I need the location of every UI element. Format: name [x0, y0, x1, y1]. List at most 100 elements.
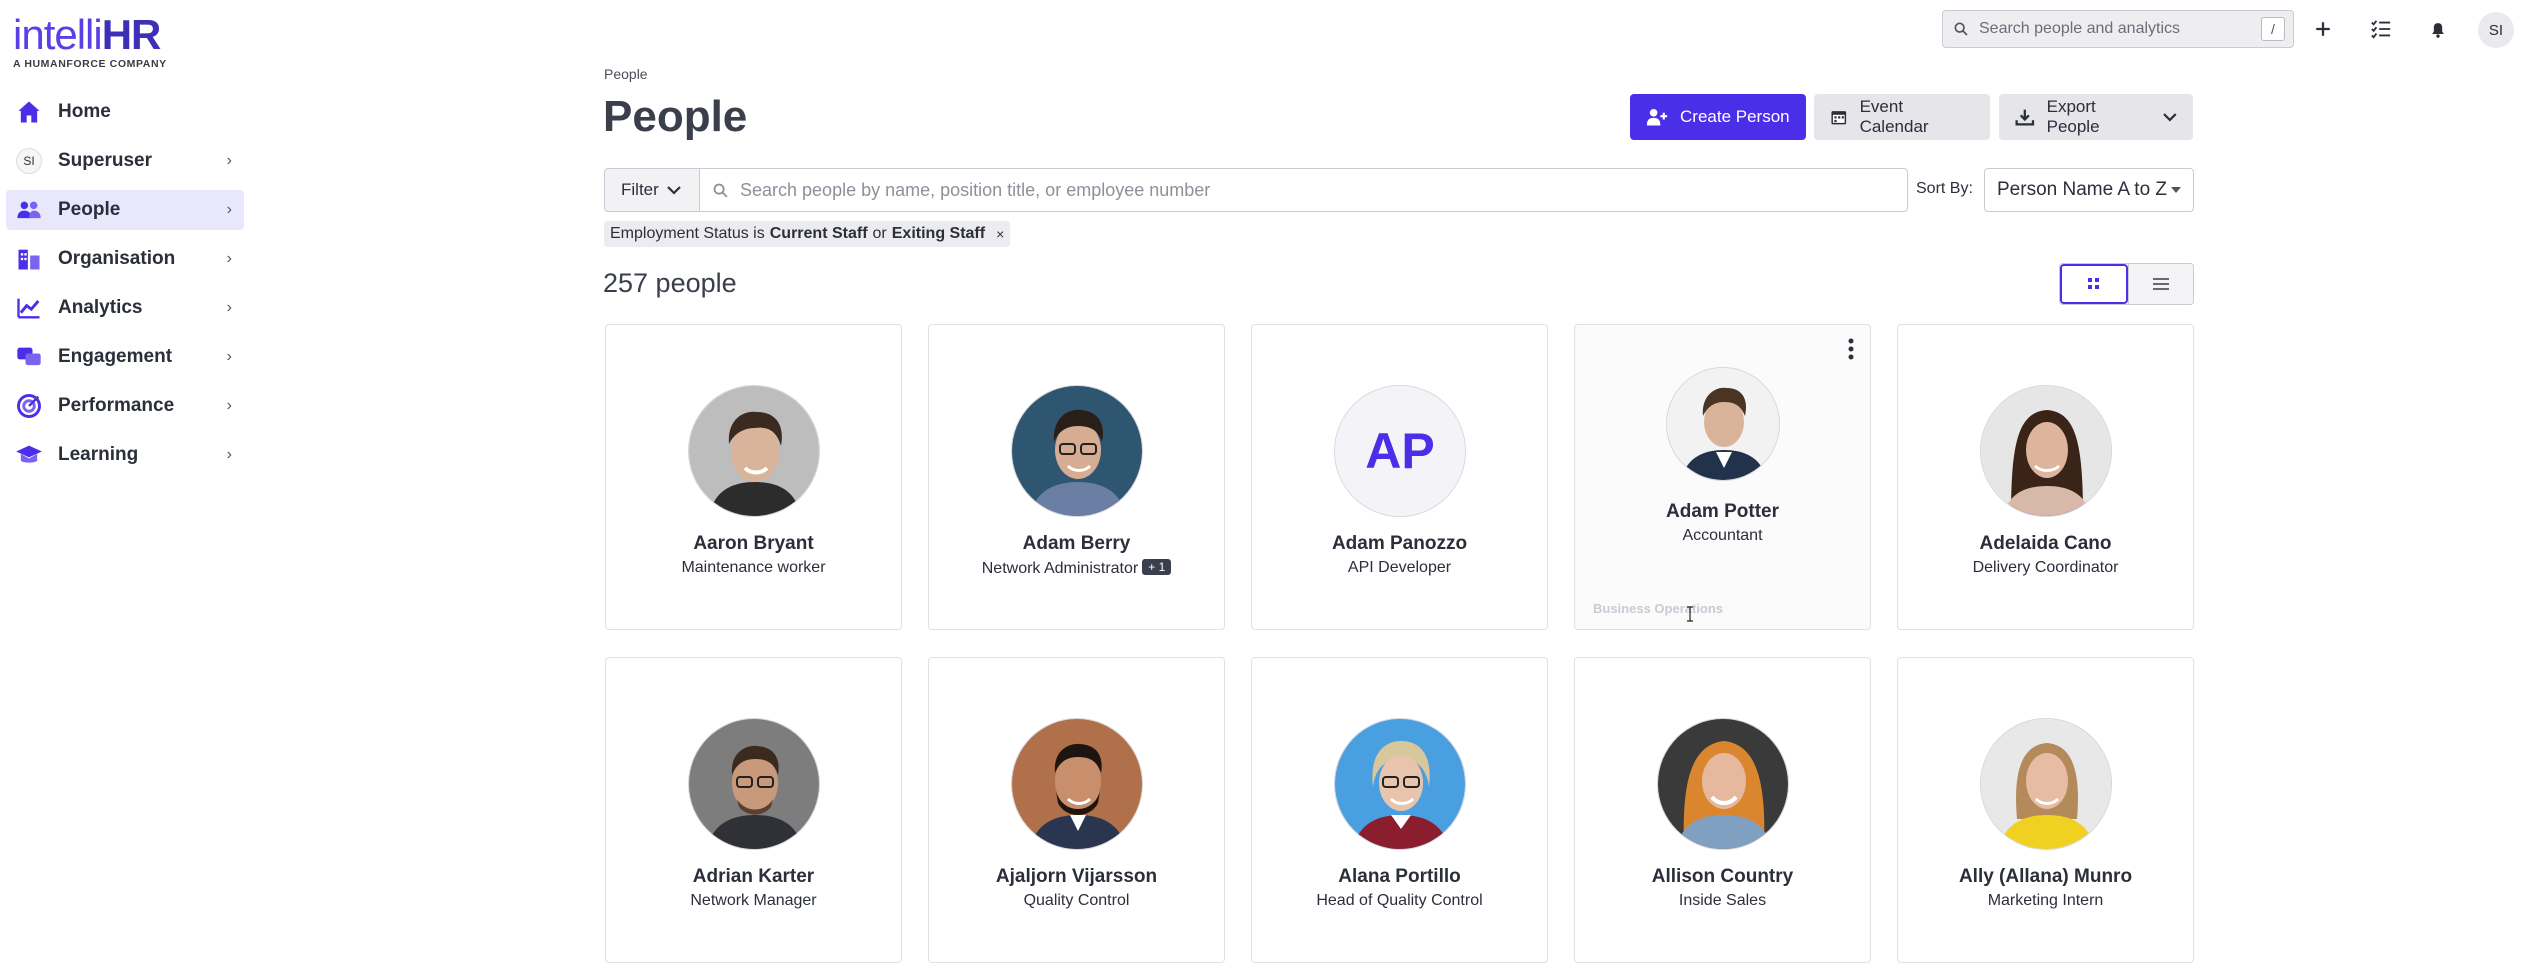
person-name: Adam Panozzo: [1331, 533, 1468, 554]
person-initials: AP: [1335, 386, 1465, 516]
person-card[interactable]: Adam Potter Accountant Business Operatio…: [1574, 324, 1871, 630]
keyboard-shortcut-badge: /: [2261, 17, 2285, 41]
person-card[interactable]: Ally (Allana) Munro Marketing Intern: [1897, 657, 2194, 963]
sidebar-nav: Home SI Superuser › People › Organisatio…: [6, 92, 244, 484]
chip-value-current-staff: Current Staff: [769, 225, 868, 242]
chevron-right-icon: ›: [226, 152, 232, 169]
global-search-placeholder: Search people and analytics: [1979, 20, 2181, 37]
person-role: Head of Quality Control: [1316, 892, 1483, 909]
list-view-button[interactable]: [2128, 264, 2193, 304]
sidebar-item-label: Engagement: [58, 346, 173, 367]
person-role-text: Network Administrator: [981, 560, 1139, 577]
event-calendar-label: Event Calendar: [1859, 97, 1929, 136]
list-icon: [2153, 278, 2169, 290]
add-person-icon: [1646, 108, 1668, 126]
person-role: Network Manager: [690, 892, 817, 909]
sidebar-item-superuser[interactable]: SI Superuser ›: [6, 141, 244, 181]
global-search-input[interactable]: Search people and analytics /: [1942, 10, 2294, 48]
person-card[interactable]: Ajaljorn Vijarsson Quality Control: [928, 657, 1225, 963]
sidebar-item-label: Performance: [58, 395, 175, 416]
person-card[interactable]: Aaron Bryant Maintenance worker: [605, 324, 902, 630]
person-department: Business Operations: [1593, 601, 1724, 616]
results-count: 257 people: [603, 268, 737, 298]
chevron-right-icon: ›: [226, 397, 232, 414]
filter-label: Filter: [621, 180, 659, 199]
sidebar-item-engagement[interactable]: Engagement ›: [6, 337, 244, 377]
person-name: Allison Country: [1651, 866, 1794, 887]
sidebar-item-label: Organisation: [58, 248, 176, 269]
chip-prefix: Employment Status is: [610, 225, 765, 242]
performance-icon: [14, 391, 44, 421]
sidebar-item-performance[interactable]: Performance ›: [6, 386, 244, 426]
person-card[interactable]: Adelaida Cano Delivery Coordinator: [1897, 324, 2194, 630]
sidebar-item-learning[interactable]: Learning ›: [6, 435, 244, 475]
person-role: Network Administrator + 1: [929, 559, 1224, 578]
home-icon: [14, 97, 44, 127]
grid-view-button[interactable]: [2060, 264, 2128, 304]
filter-dropdown-button[interactable]: Filter: [604, 168, 700, 212]
chevron-right-icon: ›: [226, 299, 232, 316]
sidebar-item-people[interactable]: People ›: [6, 190, 244, 230]
add-icon[interactable]: [2308, 14, 2338, 44]
person-name: Ally (Allana) Munro: [1958, 866, 2133, 887]
sidebar-item-label: Analytics: [58, 297, 143, 318]
person-role: Maintenance worker: [681, 559, 826, 576]
grid-icon: [2088, 278, 2099, 289]
view-toggle: [2059, 263, 2194, 305]
sort-by-select[interactable]: Person Name A to Z: [1984, 168, 2194, 212]
person-name: Adam Potter: [1666, 501, 1779, 522]
person-card[interactable]: AP Adam Panozzo API Developer: [1251, 324, 1548, 630]
person-card[interactable]: Adam Berry Network Administrator + 1: [928, 324, 1225, 630]
analytics-icon: [14, 293, 44, 323]
sidebar-item-label: People: [58, 199, 121, 220]
create-person-button[interactable]: Create Person: [1630, 94, 1806, 140]
person-avatar: [688, 385, 820, 517]
create-person-label: Create Person: [1680, 107, 1790, 126]
person-avatar: [1657, 718, 1789, 850]
active-filter-chip: Employment Status is Current Staff or Ex…: [604, 221, 1011, 247]
person-role: Quality Control: [1023, 892, 1130, 909]
chevron-down-icon: [2163, 113, 2177, 122]
intellihr-logo[interactable]: intelliHR A HUMANFORCE COMPANY: [13, 11, 183, 71]
export-people-button[interactable]: Export People: [1999, 94, 2193, 140]
caret-down-icon: [2171, 187, 2181, 193]
extra-positions-badge: + 1: [1142, 559, 1172, 575]
person-card[interactable]: Allison Country Inside Sales: [1574, 657, 1871, 963]
person-name: Ajaljorn Vijarsson: [995, 866, 1158, 887]
chevron-right-icon: ›: [226, 250, 232, 267]
sidebar-item-home[interactable]: Home: [6, 92, 244, 132]
sidebar-item-label: Home: [58, 101, 111, 122]
remove-filter-icon[interactable]: ×: [996, 226, 1004, 242]
breadcrumb[interactable]: People: [604, 66, 648, 82]
person-card[interactable]: Adrian Karter Network Manager: [605, 657, 902, 963]
people-search-input[interactable]: [740, 179, 1840, 201]
export-people-label: Export People: [2046, 97, 2100, 136]
user-avatar[interactable]: SI: [2478, 12, 2514, 48]
learning-icon: [14, 440, 44, 470]
person-avatar: AP: [1334, 385, 1466, 517]
people-search-field[interactable]: [700, 168, 1908, 212]
logo-wordmark: intelliHR: [13, 11, 161, 58]
sidebar-item-analytics[interactable]: Analytics ›: [6, 288, 244, 328]
notification-bell-icon[interactable]: [2423, 14, 2453, 44]
chip-value-exiting-staff: Exiting Staff: [891, 225, 986, 242]
user-initials-badge: SI: [14, 146, 44, 176]
person-role: API Developer: [1347, 559, 1452, 576]
event-calendar-button[interactable]: Event Calendar: [1814, 94, 1990, 140]
checklist-icon[interactable]: [2366, 14, 2396, 44]
engagement-icon: [14, 342, 44, 372]
more-options-icon[interactable]: [1848, 337, 1854, 366]
search-icon: [1943, 21, 1979, 37]
person-card[interactable]: Alana Portillo Head of Quality Control: [1251, 657, 1548, 963]
people-icon: [14, 195, 44, 225]
organisation-icon: [14, 244, 44, 274]
person-role: Marketing Intern: [1987, 892, 2104, 909]
sidebar-item-label: Learning: [58, 444, 139, 465]
chevron-down-icon: [667, 186, 681, 195]
person-role: Accountant: [1682, 527, 1763, 544]
person-name: Aaron Bryant: [693, 533, 814, 554]
sidebar-item-organisation[interactable]: Organisation ›: [6, 239, 244, 279]
sidebar-item-label: Superuser: [58, 150, 152, 171]
download-icon: [2015, 109, 2035, 126]
person-avatar: [1334, 718, 1466, 850]
